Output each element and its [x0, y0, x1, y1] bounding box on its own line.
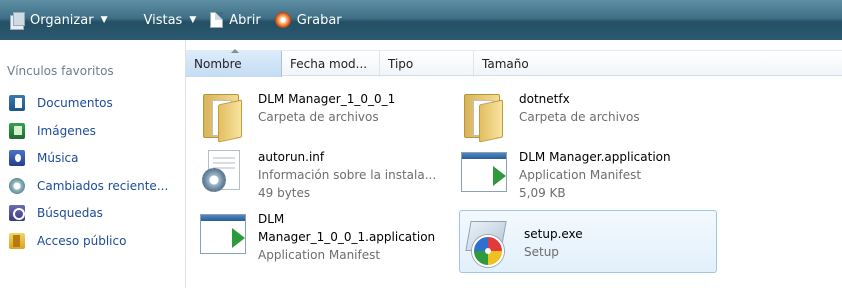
views-button[interactable]: Vistas ▼: [121, 8, 196, 32]
file-size: 5,09 KB: [519, 186, 566, 200]
sidebar-item-pictures[interactable]: Imágenes: [9, 121, 96, 141]
sidebar-item-searches[interactable]: Búsquedas: [9, 203, 103, 223]
column-header-label: Tipo: [388, 57, 414, 71]
file-type: Carpeta de archivos: [519, 110, 640, 124]
setup-information-icon: [198, 148, 248, 198]
documents-icon: [9, 95, 25, 111]
column-header-label: Fecha mod...: [290, 57, 368, 71]
organize-label: Organizar: [30, 12, 94, 28]
column-header-size[interactable]: Tamaño: [474, 51, 574, 77]
pictures-icon: [9, 123, 25, 139]
music-icon: [9, 150, 25, 166]
chevron-down-icon: ▼: [100, 15, 108, 25]
column-header-label: Tamaño: [482, 57, 529, 71]
file-name: setup.exe: [524, 227, 583, 241]
searches-icon: [9, 205, 25, 221]
sidebar-item-music[interactable]: Música: [9, 148, 79, 168]
file-item-dlm-manager-application[interactable]: DLM Manager.application Application Mani…: [459, 148, 714, 206]
file-type: Información sobre la instala...: [258, 168, 437, 182]
burn-disc-icon: [274, 12, 291, 28]
burn-button[interactable]: Grabar: [274, 8, 342, 32]
open-label: Abrir: [229, 12, 261, 28]
column-header-date-modified[interactable]: Fecha mod...: [282, 51, 380, 77]
file-type: Application Manifest: [519, 168, 642, 182]
file-item-dotnetfx-folder[interactable]: dotnetfx Carpeta de archivos: [459, 90, 714, 144]
file-item-setup-exe[interactable]: setup.exe Setup: [459, 210, 717, 273]
application-manifest-icon: [198, 210, 248, 260]
sidebar-item-recently-changed[interactable]: Cambiados reciente...: [9, 176, 168, 196]
file-type: Carpeta de archivos: [258, 110, 379, 124]
column-header-type[interactable]: Tipo: [380, 51, 474, 77]
command-bar: Organizar ▼ Vistas ▼ Abrir Grabar: [0, 0, 842, 40]
sidebar-item-documents[interactable]: Documentos: [9, 93, 113, 113]
views-icon: [121, 13, 137, 27]
file-list-pane: Nombre Fecha mod... Tipo Tamaño DLM Mana…: [185, 40, 842, 288]
sidebar-item-label: Cambiados reciente...: [37, 179, 169, 193]
sidebar-item-label: Música: [37, 151, 79, 165]
column-header-name[interactable]: Nombre: [186, 49, 282, 77]
public-icon: [9, 233, 25, 249]
sidebar-item-public[interactable]: Acceso público: [9, 231, 126, 251]
file-type: Application Manifest: [258, 248, 381, 262]
file-item-dlm-manager-folder[interactable]: DLM Manager_1_0_0_1 Carpeta de archivos: [198, 90, 448, 144]
organize-icon: [10, 12, 25, 30]
file-name-line1: DLM: [258, 212, 285, 226]
file-size: 49 bytes: [258, 186, 311, 200]
sort-ascending-icon: [231, 49, 239, 53]
folder-icon: [198, 90, 248, 143]
column-header-label: Nombre: [194, 57, 242, 71]
setup-exe-icon: [464, 219, 514, 269]
open-button[interactable]: Abrir: [210, 8, 261, 32]
sidebar-item-label: Acceso público: [37, 234, 127, 248]
file-name: DLM Manager_1_0_0_1: [258, 92, 396, 106]
chevron-down-icon: ▼: [189, 15, 197, 25]
sidebar-item-label: Documentos: [37, 96, 113, 110]
sidebar-item-label: Imágenes: [37, 124, 96, 138]
folder-icon: [459, 90, 509, 143]
file-name-line2: Manager_1_0_0_1.application: [258, 230, 436, 244]
favorite-links-title: Vínculos favoritos: [7, 64, 114, 78]
organize-button[interactable]: Organizar ▼: [10, 8, 107, 32]
file-name: DLM Manager.application: [519, 150, 671, 164]
sidebar-item-label: Búsquedas: [37, 206, 103, 220]
application-manifest-icon: [459, 148, 509, 198]
file-name: autorun.inf: [258, 150, 325, 164]
file-item-dlm-manager-1001-application[interactable]: DLM Manager_1_0_0_1.application Applicat…: [198, 210, 458, 272]
navigation-pane: Vínculos favoritos Documentos Imágenes M…: [0, 40, 185, 288]
burn-label: Grabar: [296, 12, 342, 28]
open-document-icon: [210, 12, 224, 28]
recent-changed-icon: [9, 178, 25, 194]
file-item-autorun-inf[interactable]: autorun.inf Información sobre la instala…: [198, 148, 448, 206]
file-name: dotnetfx: [519, 92, 570, 106]
file-type: Setup: [524, 245, 559, 259]
column-headers: Nombre Fecha mod... Tipo Tamaño: [186, 49, 842, 77]
views-label: Vistas: [143, 12, 183, 28]
